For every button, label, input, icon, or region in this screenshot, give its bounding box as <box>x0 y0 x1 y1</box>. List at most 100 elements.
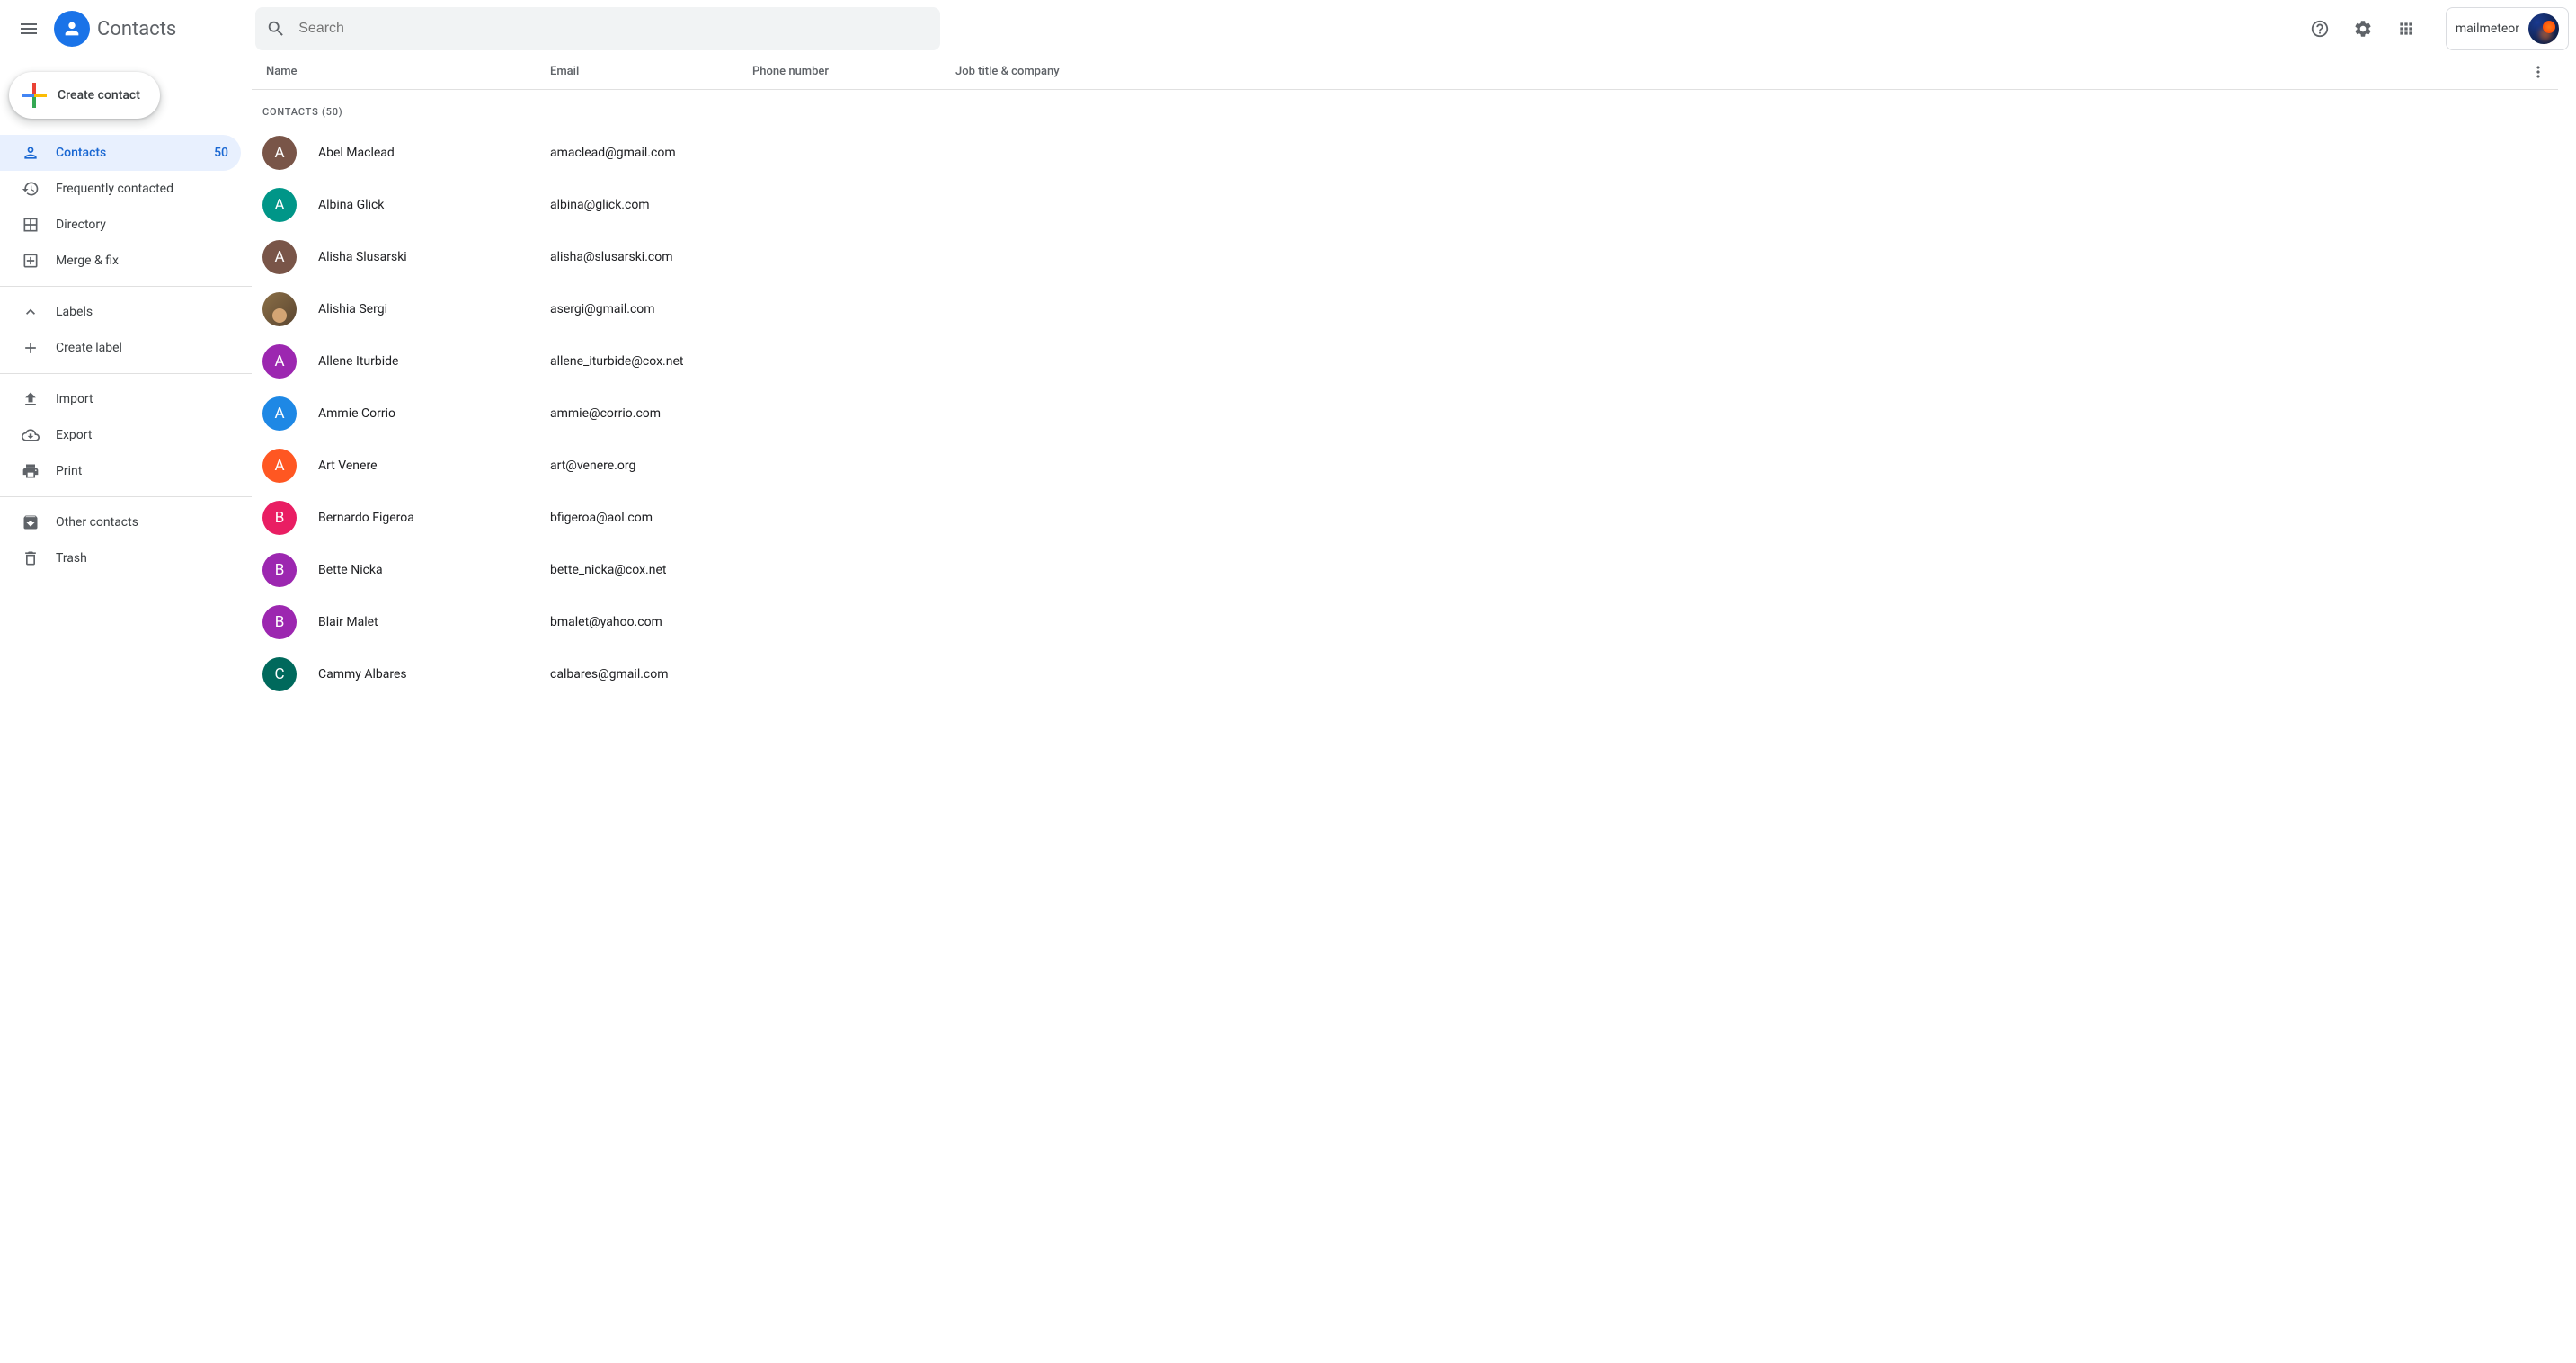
merge-icon <box>22 252 40 270</box>
trash-icon <box>22 549 40 567</box>
contact-row[interactable]: A Abel Macleadamaclead@gmail.com <box>252 127 2576 179</box>
more-vert-icon <box>2529 63 2547 81</box>
contact-name: Bernardo Figeroa <box>318 511 550 525</box>
main-content: Name Email Phone number Job title & comp… <box>252 58 2576 1363</box>
search-input[interactable] <box>298 21 929 37</box>
contact-avatar: B <box>262 605 297 639</box>
sidebar-export-label: Export <box>56 428 92 442</box>
contacts-count: 50 <box>214 146 228 160</box>
sidebar-contacts-label: Contacts <box>56 146 106 160</box>
contact-name: Cammy Albares <box>318 667 550 682</box>
sidebar-item-import[interactable]: Import <box>0 381 241 417</box>
contact-avatar <box>262 292 297 326</box>
contact-avatar: C <box>262 657 297 691</box>
contact-row[interactable]: B Bette Nickabette_nicka@cox.net <box>252 544 2576 596</box>
person-icon <box>62 19 82 39</box>
contact-email: art@venere.org <box>550 459 752 473</box>
directory-icon <box>22 216 40 234</box>
contact-name: Alishia Sergi <box>318 302 550 316</box>
history-icon <box>22 180 40 198</box>
contact-email: asergi@gmail.com <box>550 302 752 316</box>
sidebar-labels-label: Labels <box>56 305 93 319</box>
sidebar-item-merge-fix[interactable]: Merge & fix <box>0 243 241 279</box>
sidebar-other-label: Other contacts <box>56 515 138 530</box>
contact-avatar: B <box>262 553 297 587</box>
app-header: Contacts mailmeteor <box>0 0 2576 58</box>
contact-email: alisha@slusarski.com <box>550 250 752 264</box>
contact-name: Bette Nicka <box>318 563 550 577</box>
column-header-job[interactable]: Job title & company <box>955 65 2540 78</box>
contact-row[interactable]: B Blair Maletbmalet@yahoo.com <box>252 596 2576 648</box>
contact-email: amaclead@gmail.com <box>550 146 752 160</box>
cloud-download-icon <box>22 426 40 444</box>
contact-avatar: A <box>262 396 297 431</box>
contact-email: bmalet@yahoo.com <box>550 615 752 629</box>
contact-email: allene_iturbide@cox.net <box>550 354 752 369</box>
contact-row[interactable]: AAmmie Corrioammie@corrio.com <box>252 388 2576 440</box>
contact-avatar: A <box>262 188 297 222</box>
sidebar-item-frequent[interactable]: Frequently contacted <box>0 171 241 207</box>
contact-avatar: A <box>262 449 297 483</box>
contact-avatar: A <box>262 136 297 170</box>
sidebar-item-directory[interactable]: Directory <box>0 207 241 243</box>
main-menu-button[interactable] <box>7 7 50 50</box>
contact-name: Alisha Slusarski <box>318 250 550 264</box>
sidebar-item-export[interactable]: Export <box>0 417 241 453</box>
sidebar-directory-label: Directory <box>56 218 106 232</box>
contact-row[interactable]: Alishia Sergiasergi@gmail.com <box>252 283 2576 335</box>
app-title: Contacts <box>97 18 176 40</box>
sidebar-trash-label: Trash <box>56 551 87 566</box>
apps-grid-icon <box>2397 20 2415 38</box>
contact-row[interactable]: AAlbina Glickalbina@glick.com <box>252 179 2576 231</box>
column-header-email[interactable]: Email <box>550 65 752 78</box>
archive-icon <box>22 513 40 531</box>
column-header-phone[interactable]: Phone number <box>752 65 955 78</box>
contact-email: calbares@gmail.com <box>550 667 752 682</box>
search-icon <box>266 19 286 39</box>
gear-icon <box>2353 19 2373 39</box>
contact-name: Art Venere <box>318 459 550 473</box>
sidebar-item-create-label[interactable]: Create label <box>0 330 241 366</box>
sidebar-import-label: Import <box>56 392 93 406</box>
contact-email: ammie@corrio.com <box>550 406 752 421</box>
contacts-group-label: CONTACTS (50) <box>252 90 2576 127</box>
contact-email: bette_nicka@cox.net <box>550 563 752 577</box>
help-button[interactable] <box>2302 11 2338 47</box>
contact-row[interactable]: B Bernardo Figeroabfigeroa@aol.com <box>252 492 2576 544</box>
column-menu-button[interactable] <box>2529 63 2547 81</box>
sidebar-create-label-label: Create label <box>56 341 122 355</box>
contact-email: bfigeroa@aol.com <box>550 511 752 525</box>
create-contact-button[interactable]: Create contact <box>9 72 160 119</box>
sidebar-item-trash[interactable]: Trash <box>0 540 241 576</box>
contact-name: Albina Glick <box>318 198 550 212</box>
contact-avatar: A <box>262 344 297 379</box>
settings-button[interactable] <box>2345 11 2381 47</box>
search-bar[interactable] <box>255 7 940 50</box>
app-logo <box>54 11 90 47</box>
contact-row[interactable]: C Cammy Albarescalbares@gmail.com <box>252 648 2576 700</box>
extension-box[interactable]: mailmeteor <box>2446 7 2569 50</box>
contact-row[interactable]: A Art Venereart@venere.org <box>252 440 2576 492</box>
person-outline-icon <box>22 144 40 162</box>
column-header-name[interactable]: Name <box>262 65 550 78</box>
hamburger-icon <box>18 18 40 40</box>
sidebar: Create contact Contacts 50 Frequently co… <box>0 58 252 1363</box>
sidebar-merge-label: Merge & fix <box>56 254 119 268</box>
sidebar-print-label: Print <box>56 464 82 478</box>
column-headers: Name Email Phone number Job title & comp… <box>252 65 2558 90</box>
sidebar-labels-header[interactable]: Labels <box>0 294 241 330</box>
sidebar-item-other-contacts[interactable]: Other contacts <box>0 504 241 540</box>
add-icon <box>22 339 40 357</box>
contact-avatar: B <box>262 501 297 535</box>
apps-button[interactable] <box>2388 11 2424 47</box>
contact-row[interactable]: AAlisha Slusarskialisha@slusarski.com <box>252 231 2576 283</box>
plus-icon <box>22 83 47 108</box>
extension-label: mailmeteor <box>2456 22 2519 36</box>
contact-row[interactable]: A Allene Iturbideallene_iturbide@cox.net <box>252 335 2576 388</box>
contact-name: Abel Maclead <box>318 146 550 160</box>
sidebar-item-print[interactable]: Print <box>0 453 241 489</box>
sidebar-frequent-label: Frequently contacted <box>56 182 173 196</box>
sidebar-item-contacts[interactable]: Contacts 50 <box>0 135 241 171</box>
contact-name: Blair Malet <box>318 615 550 629</box>
contact-name: Allene Iturbide <box>318 354 550 369</box>
